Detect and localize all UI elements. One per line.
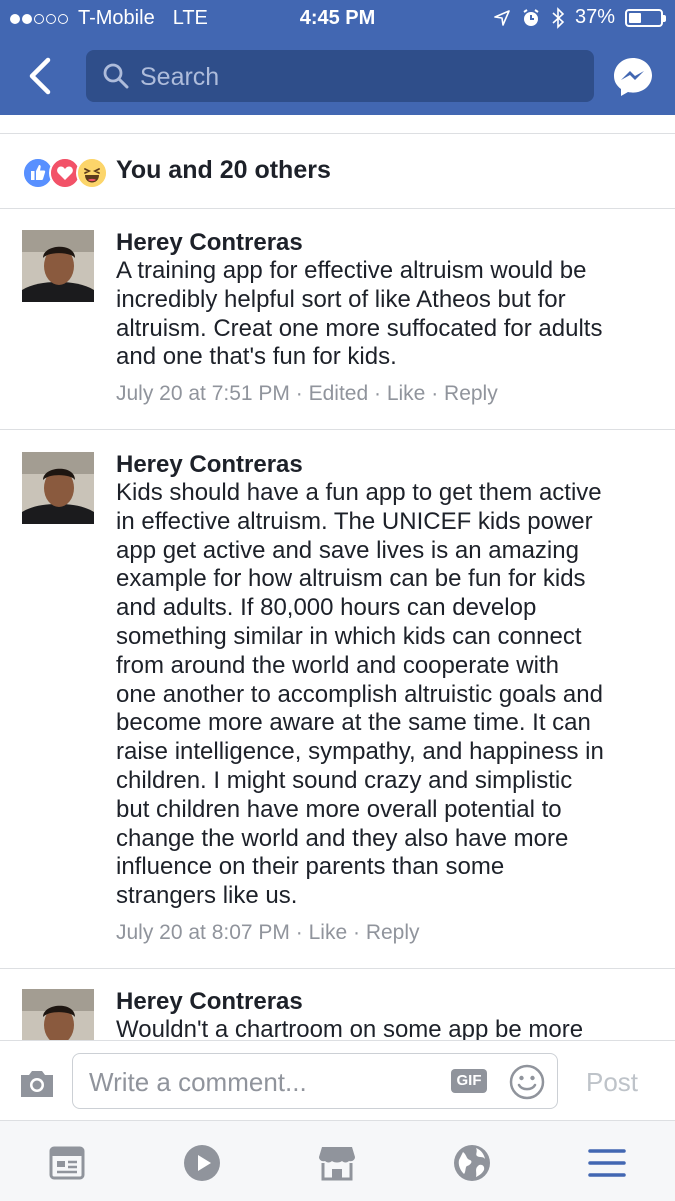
comment-composer: GIF Post [0,1040,675,1121]
bluetooth-icon [552,6,565,29]
comment-meta: July 20 at 7:51 PM · Edited · Like · Rep… [116,382,498,406]
profile-photo [22,989,94,1040]
like-link[interactable]: Like [309,921,348,944]
camera-icon[interactable] [18,1069,56,1099]
comment-line: one another to accomplish altruistic goa… [116,680,603,708]
video-icon[interactable] [182,1143,222,1183]
comment-line: Kids should have a fun app to get them a… [116,479,602,506]
comment-text: Wouldn't a chartroom on some app be more [116,1016,661,1040]
comment-line: but children have more overall potential… [116,795,562,823]
sticker-icon[interactable] [509,1064,545,1100]
avatar[interactable] [22,230,94,302]
comment-input-box[interactable]: GIF [72,1053,558,1109]
reply-link[interactable]: Reply [366,921,420,944]
profile-photo [22,230,94,302]
alarm-icon [523,8,539,26]
comment-line: altruism. Creat one more suffocated for … [116,314,603,342]
messenger-icon[interactable] [612,56,654,98]
search-icon [103,63,129,89]
comment-line: and adults. If 80,000 hours can develop [116,594,537,622]
comment-author[interactable]: Herey Contreras [116,228,661,257]
comment-timestamp[interactable]: July 20 at 7:51 PM [116,382,290,405]
back-arrow-icon[interactable] [22,56,62,96]
comment-line: influence on their parents than some [116,853,505,881]
comment-line: app get active and save lives is an amaz… [116,536,579,564]
avatar[interactable] [22,452,94,524]
location-arrow-icon [494,9,510,26]
comment-input[interactable] [87,1064,431,1100]
comment-line: A training app for effective altruism wo… [116,257,587,284]
comment-line: strangers like us. [116,882,298,910]
like-link[interactable]: Like [387,382,426,405]
comment-line: and one that's fun for kids. [116,343,397,371]
notifications-globe-icon[interactable] [452,1143,492,1183]
comment-text: Kids should have a fun app to get them a… [116,479,661,911]
comment-line: change the world and they also have more [116,824,569,852]
gif-button[interactable]: GIF [451,1069,487,1093]
haha-reaction-icon [76,157,108,189]
reactions-summary[interactable]: You and 20 others [0,134,675,208]
edited-label[interactable]: Edited [309,382,369,405]
top-bar: T-Mobile LTE 4:45 PM 37% [0,0,675,115]
reactions-summary-text: You and 20 others [116,156,331,184]
comment-timestamp[interactable]: July 20 at 8:07 PM [116,921,290,944]
menu-icon[interactable] [587,1143,627,1183]
comment-line: in effective altruism. The UNICEF kids p… [116,507,593,535]
comment-text: A training app for effective altruism wo… [116,257,661,372]
status-bar: T-Mobile LTE 4:45 PM 37% [0,0,675,38]
comment-author[interactable]: Herey Contreras [116,450,661,479]
battery-icon [625,8,666,27]
comment-line: raise intelligence, sympathy, and happin… [116,738,604,766]
avatar[interactable] [22,989,94,1040]
comment-line: example for how altruism can be fun for … [116,565,586,593]
comment-line: incredibly helpful sort of like Atheos b… [116,285,566,313]
comment-line: something similar in which kids can conn… [116,622,582,650]
profile-photo [22,452,94,524]
comment-author[interactable]: Herey Contreras [116,987,661,1016]
marketplace-icon[interactable] [317,1143,357,1183]
comment-line: become more aware at the same time. It c… [116,709,591,737]
comment-item: Herey Contreras Wouldn't a chartroom on … [0,969,675,1040]
reply-link[interactable]: Reply [444,382,498,405]
search-input[interactable] [138,58,582,96]
divider [0,429,675,430]
divider [0,208,675,209]
post-button[interactable]: Post [586,1067,638,1098]
news-feed-icon[interactable] [48,1143,88,1183]
comment-meta: July 20 at 8:07 PM · Like · Reply [116,920,420,944]
tab-bar [0,1120,675,1201]
search-bar[interactable] [86,50,594,102]
battery-percent: 37% [574,6,615,28]
comment-line: from around the world and cooperate with [116,651,559,679]
comment-line: Wouldn't a chartroom on some app be more [116,1016,584,1040]
comment-line: children. I might sound crazy and simpli… [116,766,573,794]
